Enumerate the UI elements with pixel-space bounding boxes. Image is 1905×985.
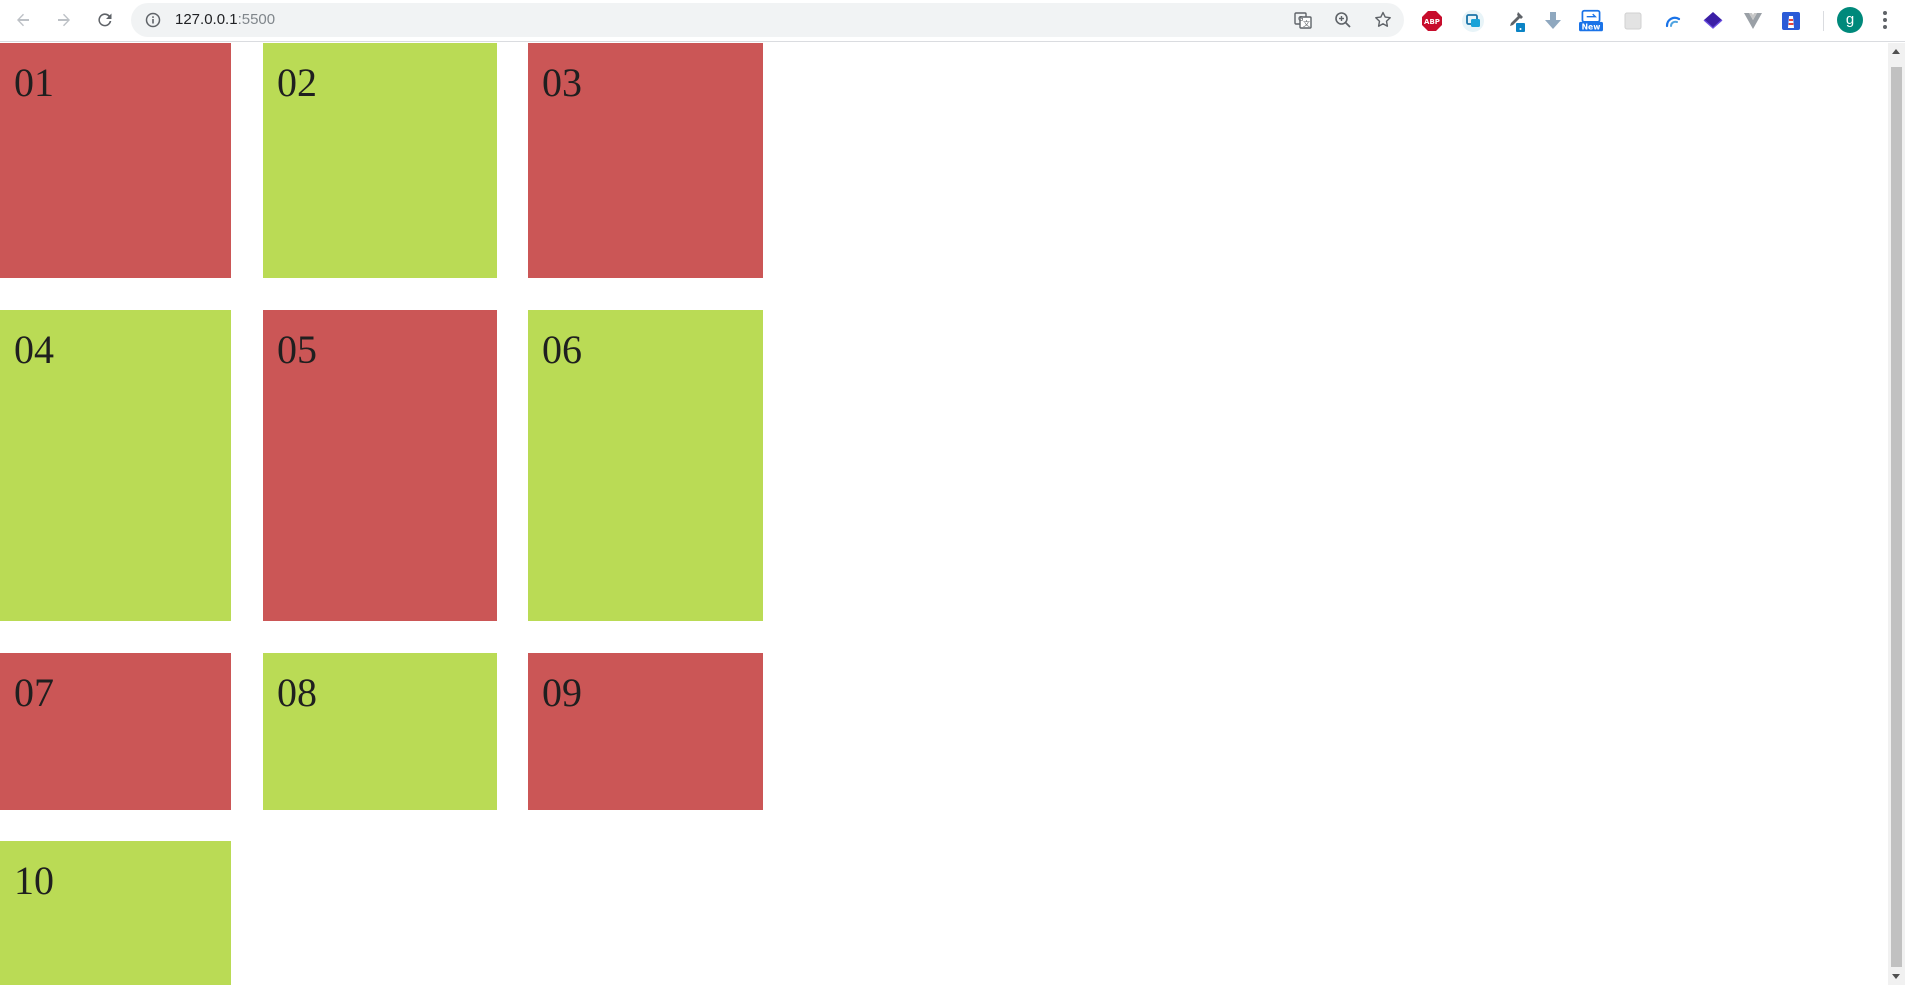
extension-download[interactable]: [1541, 9, 1565, 33]
grey-square-icon: [1624, 12, 1642, 30]
site-info-button[interactable]: [145, 12, 161, 28]
url-host: 127.0.0.1: [175, 11, 238, 28]
adblock-plus-icon: ABP: [1422, 11, 1442, 31]
extension-eyedropper[interactable]: [1503, 9, 1527, 33]
bookmark-button[interactable]: [1373, 10, 1393, 30]
grid-item-label: 05: [277, 327, 317, 372]
zoom-icon: [1335, 12, 1351, 28]
extension-screencast[interactable]: [1461, 9, 1485, 33]
arrow-right-icon: [58, 13, 70, 27]
grid-item-label: 10: [14, 858, 54, 903]
layers-icon: [1703, 12, 1723, 29]
vertical-scrollbar[interactable]: [1888, 43, 1905, 985]
extension-lighthouse[interactable]: [1779, 9, 1803, 33]
grid-item-09: 09: [528, 653, 763, 810]
new-badge: New: [1582, 23, 1601, 32]
grid-item-label: 02: [277, 60, 317, 105]
back-button[interactable]: [9, 6, 37, 34]
vue-icon: [1744, 13, 1762, 29]
arrow-left-icon: [17, 13, 29, 27]
extension-swirl[interactable]: [1661, 9, 1685, 33]
reload-icon: [98, 13, 112, 27]
extension-screenshot[interactable]: New: [1579, 9, 1603, 33]
grid-item-01: 01: [0, 43, 231, 278]
address-bar[interactable]: 127.0.0.1:5500 G文: [131, 3, 1404, 37]
extension-layers[interactable]: [1701, 9, 1725, 33]
extension-vue[interactable]: [1741, 9, 1765, 33]
lighthouse-icon: [1782, 12, 1800, 30]
translate-button[interactable]: G文: [1293, 10, 1313, 30]
grid-item-label: 06: [542, 327, 582, 372]
toolbar-divider: [1823, 11, 1824, 31]
edge-swirl-icon: [1665, 16, 1681, 28]
browser-toolbar: 127.0.0.1:5500 G文 ABP New g: [0, 0, 1905, 42]
url-port: :5500: [237, 11, 276, 28]
page-viewport: 01 02 03 04 05 06 07 08 09 10: [0, 43, 1888, 985]
star-icon: [1375, 11, 1391, 27]
browser-menu-button[interactable]: [1879, 9, 1891, 33]
abp-label: ABP: [1424, 18, 1440, 26]
url-text[interactable]: 127.0.0.1:5500: [175, 3, 275, 37]
scrollbar-thumb[interactable]: [1891, 67, 1902, 967]
extension-adblock-plus[interactable]: ABP: [1420, 9, 1444, 33]
grid-item-07: 07: [0, 653, 231, 810]
grid-item-10: 10: [0, 841, 231, 985]
grid-item-label: 07: [14, 670, 54, 715]
svg-text:文: 文: [1303, 19, 1310, 28]
extension-grey-square[interactable]: [1621, 9, 1645, 33]
grid-item-04: 04: [0, 310, 231, 621]
profile-avatar[interactable]: g: [1837, 7, 1863, 33]
grid-item-06: 06: [528, 310, 763, 621]
grid-item-label: 03: [542, 60, 582, 105]
grid-item-label: 08: [277, 670, 317, 715]
scroll-down-arrow-icon[interactable]: [1892, 974, 1900, 979]
grid-item-02: 02: [263, 43, 497, 278]
grid-item-05: 05: [263, 310, 497, 621]
grid-item-label: 04: [14, 327, 54, 372]
grid-item-label: 09: [542, 670, 582, 715]
zoom-button[interactable]: [1333, 10, 1353, 30]
reload-button[interactable]: [91, 6, 119, 34]
grid-item-label: 01: [14, 60, 54, 105]
eyedropper-icon: [1510, 12, 1525, 32]
screencast-icon: [1462, 10, 1484, 32]
forward-button[interactable]: [50, 6, 78, 34]
info-icon: [145, 12, 161, 28]
grid-item-08: 08: [263, 653, 497, 810]
scroll-up-arrow-icon[interactable]: [1892, 49, 1900, 54]
download-icon: [1545, 12, 1561, 29]
screenshot-new-icon: New: [1579, 9, 1603, 32]
grid-item-03: 03: [528, 43, 763, 278]
translate-icon: G文: [1294, 12, 1312, 29]
